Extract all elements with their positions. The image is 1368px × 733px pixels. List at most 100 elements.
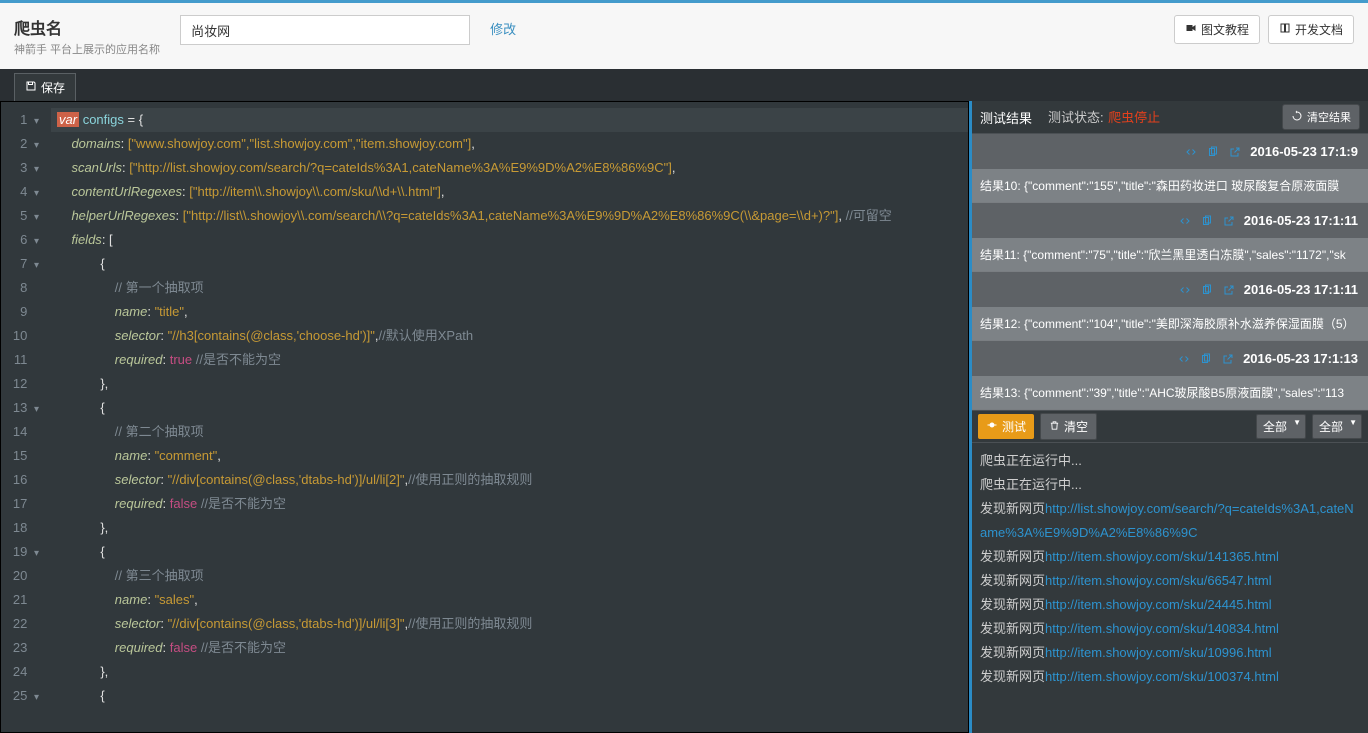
log-header: 测试 清空 全部 全部	[972, 410, 1368, 443]
crawler-name-input[interactable]	[180, 15, 470, 45]
code-line[interactable]: // 第二个抽取项	[51, 420, 968, 444]
code-line[interactable]: contentUrlRegexes: ["http://item\\.showj…	[51, 180, 968, 204]
title-block: 爬虫名 神箭手 平台上展示的应用名称	[14, 15, 160, 57]
status-label: 测试状态:	[1048, 110, 1104, 125]
code-line[interactable]: name: "title",	[51, 300, 968, 324]
code-line[interactable]: // 第一个抽取项	[51, 276, 968, 300]
result-timestamp: 2016-05-23 17:1:11	[1244, 282, 1358, 297]
result-item: 2016-05-23 17:1:11结果11: {"comment":"75",…	[972, 203, 1368, 272]
result-text[interactable]: 结果10: {"comment":"155","title":"森田药妆进口 玻…	[972, 169, 1368, 202]
tutorial-label: 图文教程	[1201, 21, 1249, 38]
status-value: 爬虫停止	[1108, 110, 1160, 125]
log-link[interactable]: http://item.showjoy.com/sku/141365.html	[1045, 549, 1279, 564]
copy-icon[interactable]	[1200, 214, 1214, 228]
result-item: 2016-05-23 17:1:9 结果10: {"comment":"155",…	[972, 134, 1368, 203]
code-line[interactable]: selector: "//h3[contains(@class,'choose-…	[51, 324, 968, 348]
dev-doc-button[interactable]: 开发文档	[1268, 15, 1354, 44]
gutter-line: 4 ▾	[1, 180, 51, 204]
log-line: 发现新网页http://item.showjoy.com/sku/140834.…	[980, 617, 1360, 641]
results-list[interactable]: 2016-05-23 17:1:9 结果10: {"comment":"155",…	[972, 134, 1368, 410]
result-text[interactable]: 结果13: {"comment":"39","title":"AHC玻尿酸B5原…	[972, 376, 1368, 409]
code-line[interactable]: selector: "//div[contains(@class,'dtabs-…	[51, 468, 968, 492]
gutter: 1 ▾2 ▾3 ▾4 ▾5 ▾6 ▾7 ▾8 9 10 11 12 13 ▾14…	[1, 102, 51, 732]
log-link[interactable]: http://item.showjoy.com/sku/10996.html	[1045, 645, 1272, 660]
copy-icon[interactable]	[1200, 283, 1214, 297]
clear-results-button[interactable]: 清空结果	[1282, 104, 1360, 130]
result-item: 2016-05-23 17:1:11 结果12: {"comment":"104"…	[972, 272, 1368, 341]
code-line[interactable]: {	[51, 684, 968, 708]
clear-log-button[interactable]: 清空	[1040, 413, 1097, 440]
results-header: 测试结果 测试状态: 爬虫停止 清空结果	[972, 101, 1368, 134]
code-icon[interactable]	[1184, 145, 1198, 159]
save-button[interactable]: 保存	[14, 73, 76, 101]
code-icon[interactable]	[1178, 214, 1192, 228]
log-link[interactable]: http://item.showjoy.com/sku/140834.html	[1045, 621, 1279, 636]
gutter-line: 5 ▾	[1, 204, 51, 228]
result-text[interactable]: 结果11: {"comment":"75","title":"欣兰黑里透白冻膜"…	[972, 238, 1368, 271]
copy-icon[interactable]	[1206, 145, 1220, 159]
gutter-line: 7 ▾	[1, 252, 51, 276]
gutter-line: 22	[1, 612, 51, 636]
code-line[interactable]: {	[51, 396, 968, 420]
external-icon[interactable]	[1221, 352, 1235, 366]
code-line[interactable]: selector: "//div[contains(@class,'dtabs-…	[51, 612, 968, 636]
modify-link[interactable]: 修改	[490, 15, 516, 45]
log-link[interactable]: http://item.showjoy.com/sku/24445.html	[1045, 597, 1272, 612]
result-text[interactable]: 结果12: {"comment":"104","title":"美即深海胶原补水…	[972, 307, 1368, 340]
header-left: 爬虫名 神箭手 平台上展示的应用名称 修改	[14, 15, 1154, 57]
code-line[interactable]: {	[51, 540, 968, 564]
gutter-line: 10	[1, 324, 51, 348]
code-line[interactable]: helperUrlRegexes: ["http://list\\.showjo…	[51, 204, 968, 228]
copy-icon[interactable]	[1199, 352, 1213, 366]
dev-doc-label: 开发文档	[1295, 21, 1343, 38]
test-button[interactable]: 测试	[978, 414, 1034, 439]
gutter-line: 1 ▾	[1, 108, 51, 132]
video-icon	[1185, 22, 1197, 37]
code-line[interactable]: {	[51, 252, 968, 276]
status-block: 测试状态: 爬虫停止	[1048, 107, 1160, 127]
code-line[interactable]: required: false //是否不能为空	[51, 636, 968, 660]
code-line[interactable]: },	[51, 372, 968, 396]
code-area[interactable]: var configs = { domains: ["www.showjoy.c…	[51, 102, 968, 732]
gutter-line: 15	[1, 444, 51, 468]
result-meta: 2016-05-23 17:1:13	[972, 341, 1368, 376]
trash-icon	[1049, 420, 1060, 434]
log-line: 发现新网页http://item.showjoy.com/sku/100374.…	[980, 665, 1360, 689]
code-line[interactable]: domains: ["www.showjoy.com","list.showjo…	[51, 132, 968, 156]
code-line[interactable]: required: true //是否不能为空	[51, 348, 968, 372]
external-icon[interactable]	[1222, 283, 1236, 297]
result-timestamp: 2016-05-23 17:1:13	[1243, 351, 1358, 366]
gutter-line: 23	[1, 636, 51, 660]
header-right: 图文教程 开发文档	[1174, 15, 1354, 44]
code-line[interactable]: name: "comment",	[51, 444, 968, 468]
log-link[interactable]: http://item.showjoy.com/sku/66547.html	[1045, 573, 1272, 588]
tutorial-button[interactable]: 图文教程	[1174, 15, 1260, 44]
gutter-line: 25 ▾	[1, 684, 51, 708]
gutter-line: 13 ▾	[1, 396, 51, 420]
log-list[interactable]: 爬虫正在运行中...爬虫正在运行中...发现新网页http://list.sho…	[972, 443, 1368, 733]
code-line[interactable]: var configs = {	[51, 108, 968, 132]
code-editor[interactable]: 1 ▾2 ▾3 ▾4 ▾5 ▾6 ▾7 ▾8 9 10 11 12 13 ▾14…	[0, 101, 969, 733]
code-icon[interactable]	[1177, 352, 1191, 366]
code-line[interactable]: required: false //是否不能为空	[51, 492, 968, 516]
result-timestamp: 2016-05-23 17:1:9	[1250, 144, 1358, 159]
code-line[interactable]: },	[51, 660, 968, 684]
gutter-line: 24	[1, 660, 51, 684]
log-line: 发现新网页http://item.showjoy.com/sku/24445.h…	[980, 593, 1360, 617]
code-line[interactable]: scanUrls: ["http://list.showjoy.com/sear…	[51, 156, 968, 180]
code-line[interactable]: name: "sales",	[51, 588, 968, 612]
external-icon[interactable]	[1222, 214, 1236, 228]
external-icon[interactable]	[1228, 145, 1242, 159]
filter-select-2[interactable]: 全部	[1312, 414, 1362, 439]
result-meta: 2016-05-23 17:1:11	[972, 203, 1368, 238]
code-line[interactable]: },	[51, 516, 968, 540]
filter-select-1[interactable]: 全部	[1256, 414, 1306, 439]
code-line[interactable]: // 第三个抽取项	[51, 564, 968, 588]
gutter-line: 12	[1, 372, 51, 396]
gutter-line: 9	[1, 300, 51, 324]
log-link[interactable]: http://item.showjoy.com/sku/100374.html	[1045, 669, 1279, 684]
refresh-icon	[1291, 110, 1303, 125]
page-title: 爬虫名	[14, 15, 160, 39]
code-line[interactable]: fields: [	[51, 228, 968, 252]
code-icon[interactable]	[1178, 283, 1192, 297]
